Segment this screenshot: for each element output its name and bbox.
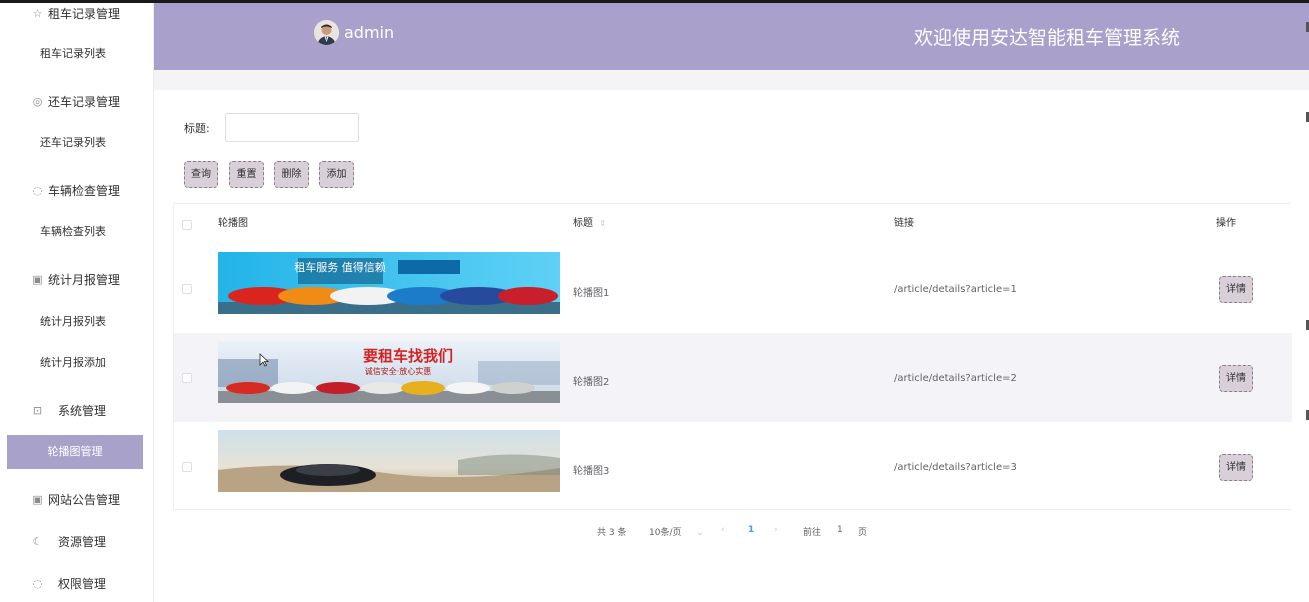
sidebar-item-system[interactable]: ⊡ 系统管理 bbox=[0, 399, 154, 421]
table-row: 要租车找我们 诚信安全·放心实惠 轮播图2 /article/details?a… bbox=[174, 333, 1292, 422]
carousel-image-3 bbox=[218, 430, 560, 492]
sidebar: ☆ 租车记录管理 租车记录列表 ◎ 还车记录管理 还车记录列表 ◌ 车辆检查管理… bbox=[0, 3, 154, 602]
sidebar-item-monthly-stats[interactable]: ▣ 统计月报管理 bbox=[0, 268, 154, 290]
banner-2-text: 要租车找我们 bbox=[363, 347, 453, 365]
delete-button[interactable]: 删除 bbox=[274, 161, 309, 188]
top-header: admin 欢迎使用安达智能租车管理系统 bbox=[154, 3, 1309, 70]
column-header-title-label: 标题 bbox=[573, 218, 593, 229]
next-page-icon[interactable]: › bbox=[774, 525, 778, 535]
row-link: /article/details?article=1 bbox=[894, 284, 1017, 295]
sidebar-item-vehicle-check-list[interactable]: 车辆检查列表 bbox=[0, 221, 146, 243]
title-filter-input[interactable] bbox=[225, 113, 359, 142]
sidebar-item-label: 还车记录管理 bbox=[48, 94, 121, 109]
row-checkbox[interactable] bbox=[182, 462, 192, 472]
carousel-image-1: 租车服务 值得信赖 bbox=[218, 252, 560, 314]
banner-1-text: 租车服务 值得信赖 bbox=[294, 260, 386, 274]
header-divider bbox=[154, 70, 1309, 90]
column-header-image: 轮播图 bbox=[218, 218, 248, 229]
moon-icon: ☾ bbox=[32, 534, 43, 548]
row-title: 轮播图3 bbox=[573, 466, 610, 477]
box-icon: ⊡ bbox=[32, 403, 43, 417]
carousel-image-2: 要租车找我们 诚信安全·放心实惠 bbox=[218, 341, 560, 403]
row-link: /article/details?article=3 bbox=[894, 462, 1017, 473]
sidebar-item-monthly-stats-list[interactable]: 统计月报列表 bbox=[0, 311, 146, 333]
reset-button[interactable]: 重置 bbox=[229, 161, 264, 188]
column-header-link: 链接 bbox=[894, 218, 914, 229]
sidebar-item-carousel[interactable]: 轮播图管理 bbox=[7, 435, 143, 469]
banner-1-graphic: 租车服务 值得信赖 bbox=[218, 252, 560, 314]
user-avatar-icon bbox=[314, 20, 339, 45]
compass-icon: ◎ bbox=[32, 94, 43, 108]
sidebar-item-label: 车辆检查管理 bbox=[48, 183, 121, 198]
sidebar-item-label: 统计月报管理 bbox=[48, 272, 121, 287]
flame-icon: ◌ bbox=[32, 183, 43, 197]
sidebar-item-label: 网站公告管理 bbox=[48, 492, 121, 507]
sidebar-item-resources[interactable]: ☾ 资源管理 bbox=[0, 530, 154, 552]
banner-2-subtext: 诚信安全·放心实惠 bbox=[365, 366, 432, 376]
row-checkbox[interactable] bbox=[182, 373, 192, 383]
page-size-value: 10条/页 bbox=[649, 528, 682, 538]
table-row: 租车服务 值得信赖 轮播图1 /article/details?article=… bbox=[174, 244, 1292, 333]
sidebar-item-rental-records[interactable]: ☆ 租车记录管理 bbox=[0, 2, 154, 24]
row-title: 轮播图2 bbox=[573, 377, 610, 388]
sidebar-item-vehicle-check[interactable]: ◌ 车辆检查管理 bbox=[0, 179, 154, 201]
star-icon: ☆ bbox=[32, 6, 43, 20]
add-button[interactable]: 添加 bbox=[319, 161, 354, 188]
sidebar-item-return-records[interactable]: ◎ 还车记录管理 bbox=[0, 90, 154, 112]
sidebar-item-announcements[interactable]: ▣ 网站公告管理 bbox=[0, 488, 154, 510]
calendar-icon: ▣ bbox=[32, 272, 43, 286]
query-button[interactable]: 查询 bbox=[184, 161, 218, 188]
sidebar-item-label: 系统管理 bbox=[58, 403, 107, 418]
column-header-action: 操作 bbox=[1216, 218, 1236, 229]
goto-label: 前往 bbox=[803, 528, 822, 538]
sidebar-item-rental-list[interactable]: 租车记录列表 bbox=[0, 43, 146, 65]
sidebar-item-label: 租车记录管理 bbox=[48, 6, 121, 21]
banner-3-graphic bbox=[218, 430, 560, 492]
admin-username[interactable]: admin bbox=[344, 23, 394, 42]
sidebar-item-label: 资源管理 bbox=[58, 534, 107, 549]
carousel-table: 轮播图 标题 ⇕ 链接 操作 租车服务 值得信赖 轮播图1 /article/d… bbox=[173, 203, 1292, 511]
column-header-title[interactable]: 标题 ⇕ bbox=[573, 204, 606, 244]
detail-button[interactable]: 详情 bbox=[1219, 276, 1253, 303]
system-title: 欢迎使用安达智能租车管理系统 bbox=[914, 27, 1181, 49]
title-filter-label: 标题: bbox=[184, 122, 210, 135]
sidebar-item-permissions[interactable]: ◌ 权限管理 bbox=[0, 572, 154, 594]
prev-page-icon[interactable]: ‹ bbox=[721, 525, 725, 535]
sidebar-item-return-list[interactable]: 还车记录列表 bbox=[0, 132, 146, 154]
page-size-select[interactable]: 10条/页 ⌄ bbox=[649, 525, 704, 538]
avatar[interactable] bbox=[314, 20, 339, 45]
pagination-total: 共 3 条 bbox=[597, 528, 627, 538]
row-link: /article/details?article=2 bbox=[894, 373, 1017, 384]
goto-page-input[interactable]: 1 bbox=[837, 525, 843, 535]
calendar-icon: ▣ bbox=[32, 492, 43, 506]
chevron-down-icon: ⌄ bbox=[696, 528, 704, 538]
page-unit-label: 页 bbox=[858, 528, 868, 538]
sidebar-item-label: 权限管理 bbox=[58, 576, 107, 591]
table-row: 轮播图3 /article/details?article=3 详情 bbox=[174, 422, 1292, 511]
detail-button[interactable]: 详情 bbox=[1219, 454, 1253, 481]
flame-icon: ◌ bbox=[32, 576, 43, 590]
mouse-cursor-icon bbox=[259, 353, 269, 367]
select-all-checkbox[interactable] bbox=[182, 220, 192, 230]
row-checkbox[interactable] bbox=[182, 284, 192, 294]
sort-icon[interactable]: ⇕ bbox=[599, 219, 606, 228]
detail-button[interactable]: 详情 bbox=[1219, 365, 1253, 392]
page-number-current[interactable]: 1 bbox=[748, 525, 754, 535]
row-title: 轮播图1 bbox=[573, 288, 610, 299]
sidebar-item-monthly-stats-add[interactable]: 统计月报添加 bbox=[0, 352, 146, 374]
main-content: 标题: 查询 重置 删除 添加 轮播图 标题 ⇕ 链接 操作 租车服务 值得信赖… bbox=[160, 90, 1305, 602]
banner-2-graphic: 要租车找我们 诚信安全·放心实惠 bbox=[218, 341, 560, 403]
